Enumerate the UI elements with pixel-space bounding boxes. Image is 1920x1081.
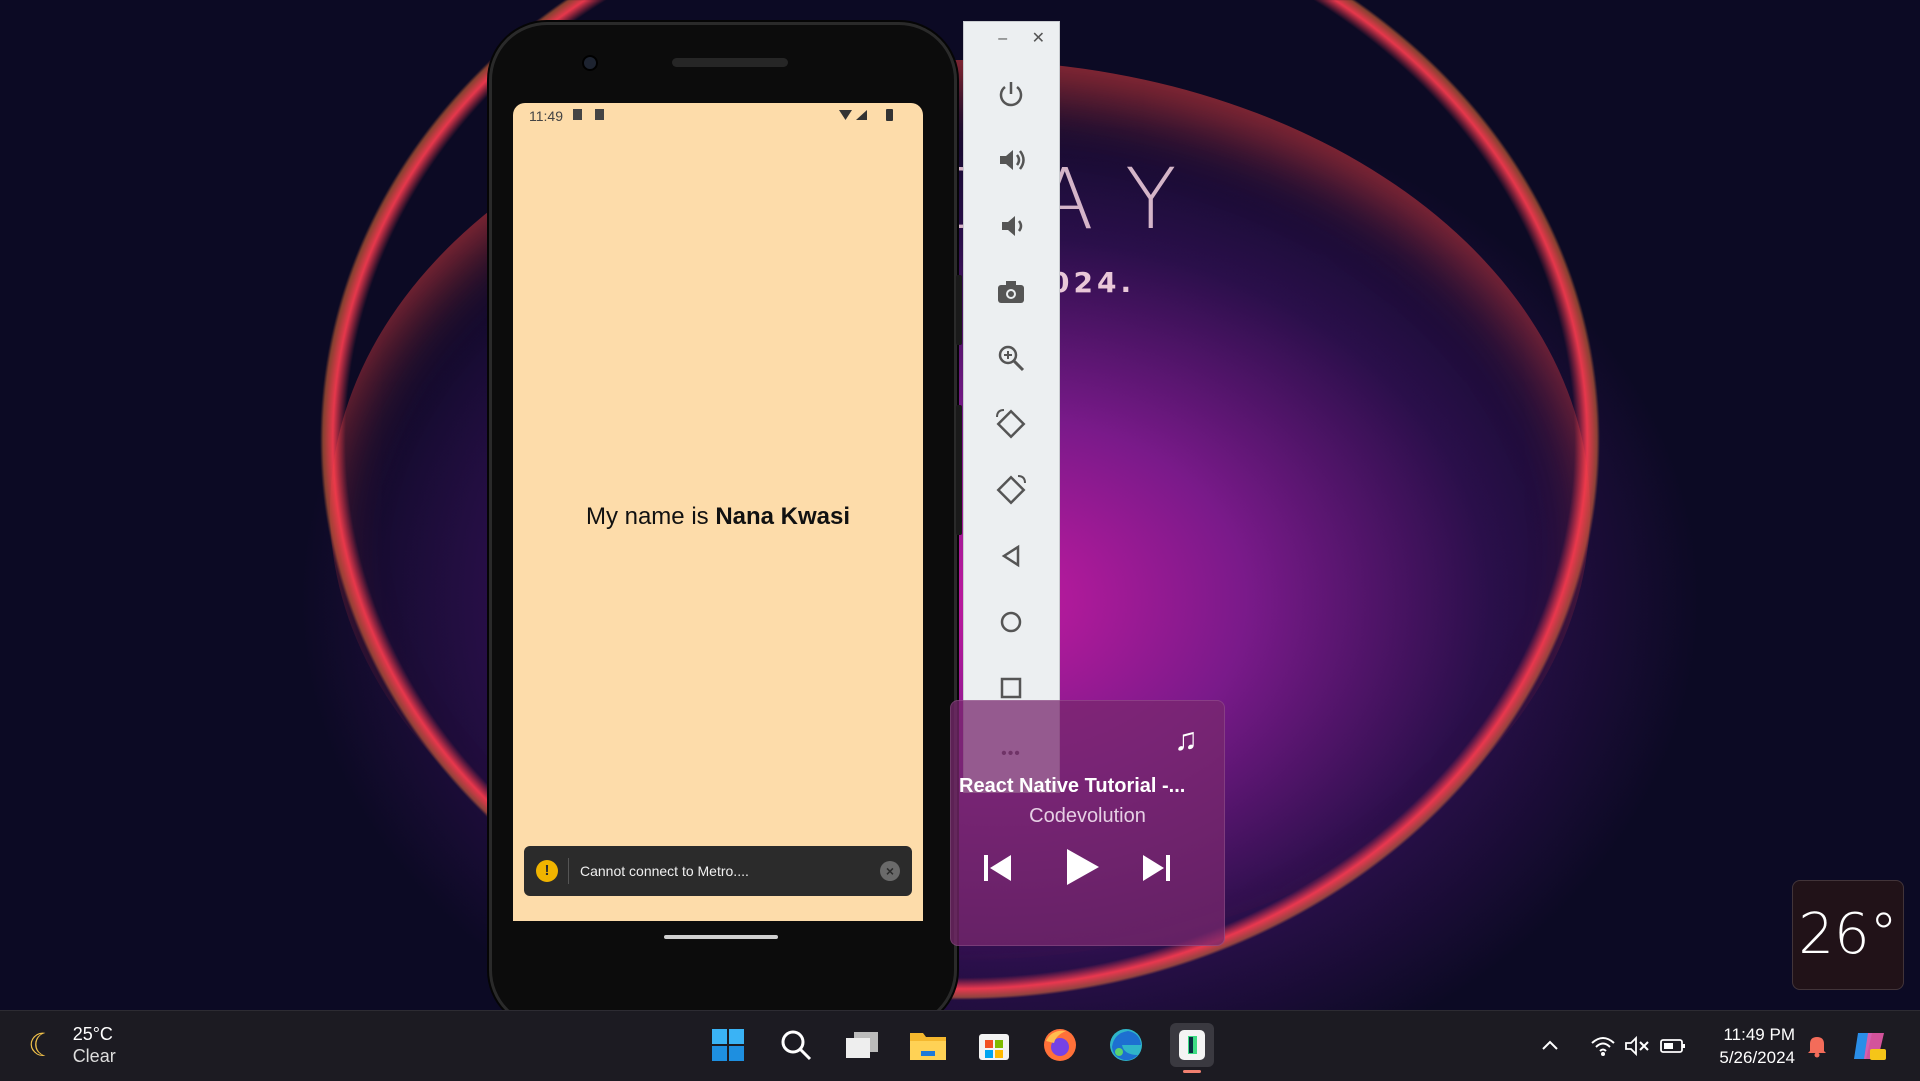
chevron-up-icon	[1542, 1040, 1558, 1050]
front-camera	[582, 55, 598, 71]
firefox-button[interactable]	[1038, 1023, 1082, 1067]
search-button[interactable]	[774, 1023, 818, 1067]
next-track-button[interactable]	[1139, 851, 1173, 890]
wifi-signal-icon	[839, 110, 867, 120]
temperature-widget[interactable]: 26°	[1792, 880, 1904, 990]
next-icon	[1143, 855, 1170, 881]
notifications-button[interactable]	[1806, 1011, 1828, 1081]
status-time: 11:49	[529, 108, 563, 124]
music-note-icon: ♫	[1174, 721, 1198, 757]
edge-button[interactable]	[1104, 1023, 1148, 1067]
zoom-icon	[998, 345, 1025, 372]
metro-error-toast[interactable]: ! Cannot connect to Metro.... ×	[524, 846, 912, 896]
sd-card-icon	[573, 109, 582, 120]
firefox-icon	[1044, 1029, 1076, 1061]
weather-text: 25°C Clear	[73, 1023, 116, 1067]
task-view-button[interactable]	[840, 1023, 884, 1067]
screenshot-button[interactable]	[985, 270, 1037, 314]
toolbar-window-controls: – ✕	[978, 28, 1045, 48]
status-bar: 11:49	[513, 103, 923, 127]
gesture-home-bar[interactable]	[664, 935, 778, 939]
back-button[interactable]	[985, 534, 1037, 578]
volume-button[interactable]	[1624, 1011, 1650, 1081]
windows-start-icon	[712, 1029, 744, 1061]
wifi-button[interactable]	[1590, 1011, 1616, 1081]
toast-message: Cannot connect to Metro....	[580, 863, 749, 879]
active-indicator	[1183, 1070, 1201, 1073]
phone-screen[interactable]: 11:49 My name is Nana Kwasi ! Cannot con…	[513, 103, 923, 921]
play-button[interactable]	[1059, 845, 1103, 894]
show-hidden-icons-button[interactable]	[1540, 1011, 1560, 1081]
start-button[interactable]	[706, 1023, 750, 1067]
play-icon	[1067, 849, 1099, 885]
battery-icon	[886, 109, 893, 121]
rotate-right-button[interactable]	[985, 468, 1037, 512]
weather-condition: Clear	[72, 1046, 116, 1066]
file-explorer-icon	[910, 1033, 946, 1060]
media-widget: ♫ React Native Tutorial -... Codevolutio…	[950, 700, 1225, 946]
wallpaper-year-text: 024.	[1050, 266, 1136, 299]
overview-icon	[1000, 677, 1022, 699]
android-studio-button[interactable]	[1170, 1023, 1214, 1073]
phone-side-button	[956, 275, 962, 345]
media-title: React Native Tutorial -...	[959, 775, 1186, 797]
weather-widget[interactable]: ☾ 25°C Clear	[28, 1023, 116, 1067]
media-artist: Codevolution	[1029, 805, 1146, 827]
battery-button[interactable]	[1660, 1011, 1686, 1081]
name-prefix: My name is	[585, 503, 716, 530]
home-icon	[1000, 611, 1022, 633]
rotate-right-icon	[996, 475, 1026, 505]
weather-temp: 25°C	[72, 1024, 113, 1044]
phone-volume-button	[956, 405, 962, 535]
toast-divider	[568, 858, 569, 884]
android-emulator-phone: 11:49 My name is Nana Kwasi ! Cannot con…	[489, 22, 962, 1028]
volume-down-icon	[1002, 216, 1023, 236]
camera-icon	[998, 281, 1024, 303]
rotate-left-button[interactable]	[985, 402, 1037, 446]
search-icon	[781, 1030, 812, 1061]
file-explorer-button[interactable]	[906, 1023, 950, 1067]
android-studio-icon	[1179, 1030, 1205, 1060]
battery-icon	[1660, 1039, 1685, 1053]
clock-time: 11:49 PM	[1723, 1025, 1795, 1044]
warning-icon: !	[536, 860, 558, 882]
zoom-button[interactable]	[985, 336, 1037, 380]
earpiece-speaker	[672, 58, 788, 67]
name-text: My name is Nana Kwasi	[513, 503, 923, 531]
bell-icon	[1808, 1037, 1826, 1058]
back-icon	[1001, 544, 1020, 568]
previous-track-button[interactable]	[981, 851, 1015, 890]
store-button[interactable]	[972, 1023, 1016, 1067]
minimize-button[interactable]: –	[998, 30, 1007, 47]
taskbar: ☾ 25°C Clear 11:49 PM 5/26/2024	[0, 1010, 1920, 1081]
notification-icon	[595, 109, 604, 120]
clock-date: 5/26/2024	[1719, 1048, 1795, 1067]
moon-icon: ☾	[28, 1027, 57, 1063]
copilot-icon	[1854, 1033, 1886, 1060]
volume-muted-icon	[1625, 1035, 1649, 1057]
close-icon[interactable]: ×	[880, 861, 900, 881]
store-icon	[979, 1034, 1009, 1060]
power-icon	[999, 82, 1023, 107]
edge-icon	[1110, 1029, 1142, 1061]
power-button[interactable]	[985, 72, 1037, 116]
volume-down-button[interactable]	[985, 204, 1037, 248]
emulator-toolbar: – ✕ •••	[963, 21, 1060, 793]
name-bold: Nana Kwasi	[715, 503, 851, 530]
volume-up-button[interactable]	[985, 138, 1037, 182]
system-clock[interactable]: 11:49 PM 5/26/2024	[1705, 1023, 1795, 1069]
previous-icon	[984, 855, 1011, 881]
wifi-icon	[1591, 1037, 1615, 1056]
task-view-icon	[846, 1032, 878, 1058]
volume-up-icon	[1000, 150, 1025, 170]
home-button[interactable]	[985, 600, 1037, 644]
copilot-button[interactable]	[1852, 1011, 1888, 1081]
close-button[interactable]: ✕	[1032, 30, 1045, 47]
rotate-left-icon	[996, 409, 1026, 439]
